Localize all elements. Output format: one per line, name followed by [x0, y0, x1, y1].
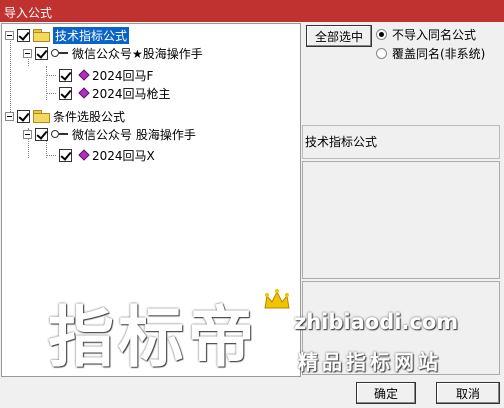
tree-line [46, 93, 56, 94]
checkbox[interactable] [35, 46, 48, 60]
tree-node-label: 微信公众号 股海操作手 [72, 127, 196, 142]
checkbox[interactable] [59, 148, 72, 162]
radio-overwrite-duplicates[interactable]: 覆盖同名(非系统) [376, 45, 485, 62]
tree-node-label: 微信公众号★股海操作手 [72, 46, 203, 61]
collapse-icon[interactable] [23, 48, 32, 58]
formula-gem-icon [75, 87, 90, 99]
key-icon [51, 129, 69, 139]
ok-button[interactable]: 确定 [356, 382, 416, 404]
tree-node-wechat-group-1[interactable]: 微信公众号★股海操作手 [23, 44, 203, 62]
radio-selected-icon [376, 29, 387, 40]
folder-icon [33, 29, 50, 42]
tree-node-stock-selection[interactable]: 条件选股公式 [5, 107, 125, 125]
formula-gem-icon [75, 149, 90, 161]
tree-node-label: 2024回马F [92, 68, 154, 83]
radio-unselected-icon [376, 48, 387, 59]
window-title: 导入公式 [4, 6, 53, 20]
tree-line [46, 66, 47, 100]
key-icon [51, 48, 69, 58]
checkbox[interactable] [17, 28, 30, 42]
formula-gem-icon [75, 69, 90, 81]
tree-node-label: 技术指标公式 [53, 26, 130, 44]
radio-skip-duplicates[interactable]: 不导入同名公式 [376, 26, 476, 43]
tree-node-wechat-group-2[interactable]: 微信公众号 股海操作手 [23, 125, 196, 143]
tree-node-formula-hmx[interactable]: 2024回马X [59, 146, 155, 164]
collapse-icon[interactable] [5, 111, 14, 121]
formula-tree[interactable]: 技术指标公式 微信公众号★股海操作手 2024回马F 2024回马枪主 条件选股… [1, 23, 301, 377]
crown-icon [262, 288, 292, 312]
dialog-footer: 确定 取消 [0, 377, 504, 408]
collapse-icon[interactable] [23, 129, 32, 139]
detail-panel [302, 281, 500, 375]
checkbox[interactable] [35, 127, 48, 141]
options-pane: 全部选中 不导入同名公式 覆盖同名(非系统) 技术指标公式 [302, 23, 502, 377]
category-label: 技术指标公式 [305, 135, 378, 149]
tree-node-label: 条件选股公式 [53, 109, 126, 124]
radio-label: 覆盖同名(非系统) [392, 47, 486, 61]
tree-node-label: 2024回马枪主 [92, 86, 171, 101]
tree-node-label: 2024回马X [92, 148, 155, 163]
select-all-button[interactable]: 全部选中 [306, 25, 372, 47]
tree-node-tech-formulas[interactable]: 技术指标公式 [5, 26, 130, 44]
category-panel: 技术指标公式 [302, 125, 500, 159]
tree-line [46, 155, 56, 156]
checkbox[interactable] [59, 68, 72, 82]
description-panel [302, 161, 500, 279]
checkbox[interactable] [59, 86, 72, 100]
checkbox[interactable] [17, 109, 30, 123]
tree-node-formula-hmf[interactable]: 2024回马F [59, 66, 153, 84]
tree-node-formula-hmq[interactable]: 2024回马枪主 [59, 84, 171, 102]
cancel-button[interactable]: 取消 [436, 382, 500, 404]
folder-icon [33, 110, 50, 123]
collapse-icon[interactable] [5, 30, 14, 40]
radio-label: 不导入同名公式 [392, 28, 477, 42]
tree-line [46, 75, 56, 76]
title-bar[interactable]: 导入公式 [0, 0, 504, 22]
